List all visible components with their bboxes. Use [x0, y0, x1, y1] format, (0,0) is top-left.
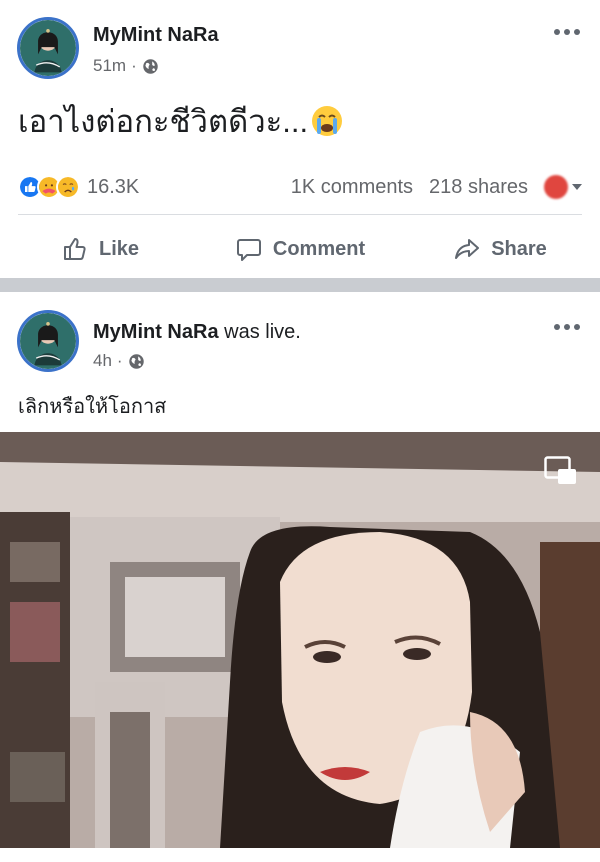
picture-in-picture-icon[interactable]	[544, 456, 578, 486]
feed-separator	[0, 278, 600, 292]
post-card: MyMint NaRa 51m · เอาไงต่อกะชีวิตดีวะ...	[0, 0, 600, 278]
author-name[interactable]: MyMint NaRa	[93, 24, 219, 47]
globe-icon	[128, 353, 144, 369]
comments-count[interactable]: 1K comments	[291, 176, 413, 199]
post-stats: 16.3K 1K comments 218 shares	[18, 172, 582, 202]
profile-avatar-dot[interactable]	[544, 175, 568, 199]
live-video-frame[interactable]	[0, 432, 600, 848]
author-name[interactable]: MyMint NaRa was live.	[93, 321, 301, 344]
post-text: เลิกหรือให้โอกาส	[18, 390, 166, 422]
comment-button[interactable]: Comment	[200, 226, 400, 272]
comment-icon	[236, 239, 261, 261]
post-time[interactable]: 4h	[93, 351, 112, 371]
avatar[interactable]	[17, 17, 79, 79]
like-label: Like	[98, 237, 140, 260]
post-meta: 51m ·	[93, 56, 159, 76]
share-icon	[455, 239, 480, 259]
sad-reaction-icon	[56, 175, 80, 199]
post-text-content: เอาไงต่อกะชีวิตดีวะ...	[18, 104, 309, 139]
crying-face-emoji-icon	[312, 106, 343, 136]
more-options-icon[interactable]	[554, 322, 582, 332]
avatar-image	[20, 20, 76, 76]
live-suffix: was live.	[218, 321, 301, 343]
divider	[18, 214, 582, 215]
video-still-image	[0, 432, 600, 848]
post-card: MyMint NaRa was live. 4h · เลิกหรือให้โอ…	[0, 292, 600, 862]
reactions-count: 16.3K	[87, 175, 140, 198]
like-button[interactable]: Like	[0, 226, 200, 272]
post-text: เอาไงต่อกะชีวิตดีวะ...	[18, 96, 344, 146]
post-text-content: เลิกหรือให้โอกาส	[18, 396, 167, 418]
reactions-summary[interactable]: 16.3K	[18, 175, 139, 199]
meta-separator: ·	[116, 351, 123, 370]
comment-label: Comment	[272, 237, 366, 260]
post-bottom-edge	[0, 848, 600, 862]
shares-count[interactable]: 218 shares	[429, 176, 528, 199]
post-time[interactable]: 51m	[93, 56, 126, 76]
meta-separator: ·	[131, 56, 137, 75]
more-options-icon[interactable]	[554, 27, 582, 37]
like-icon	[63, 238, 86, 260]
share-label: Share	[491, 237, 547, 260]
avatar-image	[20, 313, 76, 369]
post-meta: 4h ·	[93, 351, 145, 371]
share-button[interactable]: Share	[400, 226, 600, 272]
chevron-down-icon[interactable]	[572, 184, 582, 190]
post-actions: Like Comment Share	[0, 226, 600, 272]
globe-icon	[143, 58, 158, 74]
avatar[interactable]	[17, 310, 79, 372]
